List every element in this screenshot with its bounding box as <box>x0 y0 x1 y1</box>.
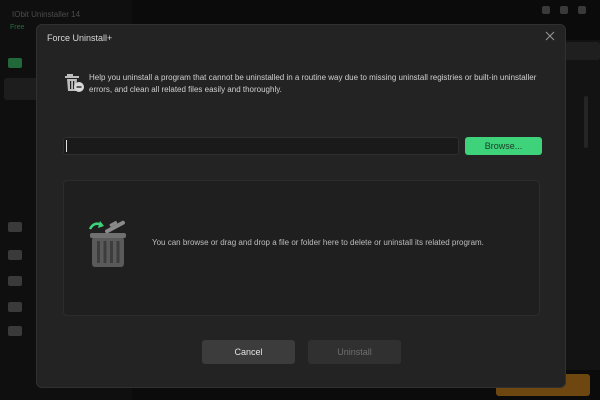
cancel-button[interactable]: Cancel <box>202 340 295 364</box>
browse-button[interactable]: Browse... <box>465 137 542 155</box>
uninstall-button[interactable]: Uninstall <box>308 340 401 364</box>
dialog-title: Force Uninstall+ <box>47 33 113 43</box>
close-button[interactable] <box>543 29 557 43</box>
drop-zone-text: You can browse or drag and drop a file o… <box>152 238 484 247</box>
path-input[interactable] <box>63 137 459 155</box>
trash-info-icon <box>65 74 84 92</box>
drop-zone[interactable]: You can browse or drag and drop a file o… <box>63 180 540 316</box>
dialog-description: Help you uninstall a program that cannot… <box>89 73 537 94</box>
close-icon <box>545 31 555 41</box>
recycle-bin-icon <box>88 220 126 267</box>
force-uninstall-dialog: Force Uninstall+ Help you uninstall a pr… <box>36 24 566 388</box>
text-caret <box>66 140 67 152</box>
